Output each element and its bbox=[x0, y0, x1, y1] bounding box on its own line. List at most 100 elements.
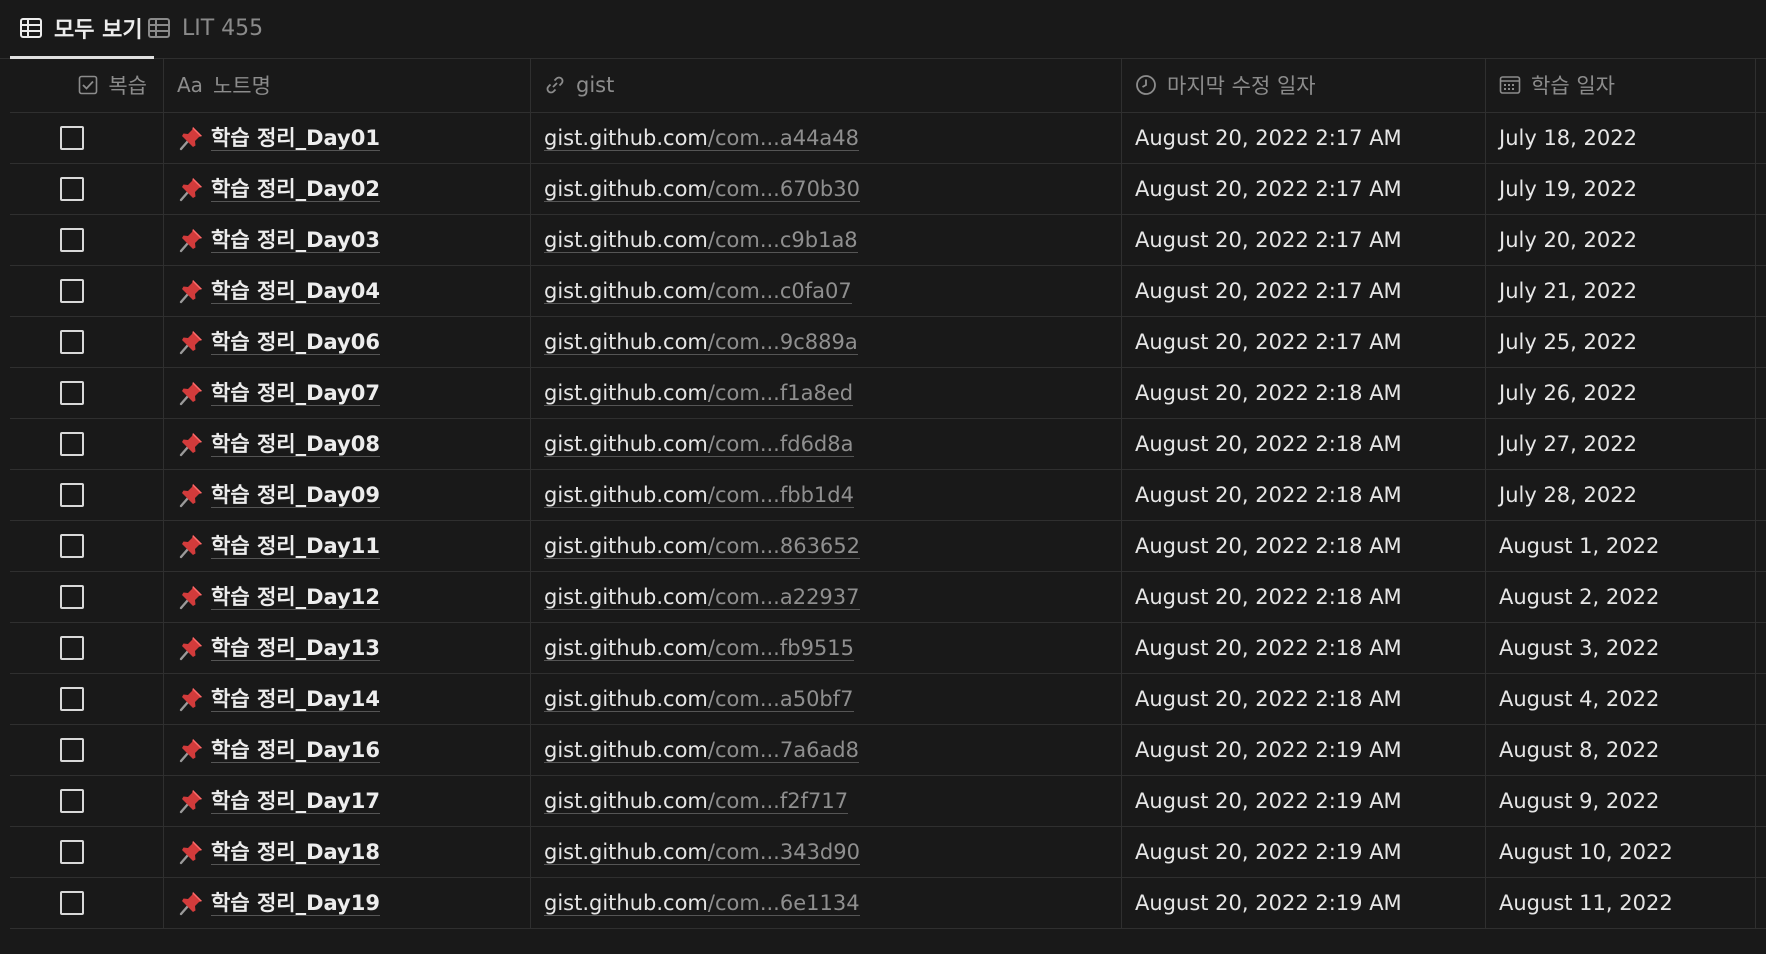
table-row[interactable]: 학습 정리_Day04 gist.github.com/com...c0fa07… bbox=[10, 266, 1766, 317]
note-title[interactable]: 학습 정리_Day18 bbox=[177, 838, 380, 866]
review-checkbox[interactable] bbox=[60, 126, 84, 150]
review-checkbox[interactable] bbox=[60, 585, 84, 609]
review-checkbox[interactable] bbox=[60, 789, 84, 813]
gist-link[interactable]: gist.github.com/com...c0fa07 bbox=[544, 279, 852, 304]
note-name[interactable]: 학습 정리_Day19 bbox=[211, 891, 380, 916]
study-date-cell: August 3, 2022 bbox=[1486, 623, 1756, 673]
modified-cell: August 20, 2022 2:19 AM bbox=[1122, 776, 1486, 826]
gist-link-host: gist.github.com bbox=[544, 329, 708, 354]
review-checkbox[interactable] bbox=[60, 891, 84, 915]
note-title[interactable]: 학습 정리_Day11 bbox=[177, 532, 380, 560]
modified-cell: August 20, 2022 2:19 AM bbox=[1122, 878, 1486, 928]
review-checkbox[interactable] bbox=[60, 636, 84, 660]
note-name[interactable]: 학습 정리_Day13 bbox=[211, 636, 380, 661]
tab-lit-455[interactable]: LIT 455 bbox=[148, 0, 263, 56]
gist-link[interactable]: gist.github.com/com...343d90 bbox=[544, 840, 860, 865]
study-date-cell: August 4, 2022 bbox=[1486, 674, 1756, 724]
note-title[interactable]: 학습 정리_Day01 bbox=[177, 124, 380, 152]
column-header-gist[interactable]: gist bbox=[531, 58, 1122, 112]
note-name[interactable]: 학습 정리_Day06 bbox=[211, 330, 380, 355]
name-cell: 학습 정리_Day11 bbox=[164, 521, 531, 571]
note-title[interactable]: 학습 정리_Day13 bbox=[177, 634, 380, 662]
note-name[interactable]: 학습 정리_Day01 bbox=[211, 126, 380, 151]
review-checkbox[interactable] bbox=[60, 432, 84, 456]
review-checkbox[interactable] bbox=[60, 483, 84, 507]
note-name[interactable]: 학습 정리_Day18 bbox=[211, 840, 380, 865]
gist-link[interactable]: gist.github.com/com...863652 bbox=[544, 534, 861, 559]
note-title[interactable]: 학습 정리_Day04 bbox=[177, 277, 380, 305]
note-title[interactable]: 학습 정리_Day08 bbox=[177, 430, 380, 458]
table-row[interactable]: 학습 정리_Day16 gist.github.com/com...7a6ad8… bbox=[10, 725, 1766, 776]
note-name[interactable]: 학습 정리_Day02 bbox=[211, 177, 380, 202]
note-title[interactable]: 학습 정리_Day16 bbox=[177, 736, 380, 764]
gist-link-host: gist.github.com bbox=[544, 890, 708, 915]
note-name[interactable]: 학습 정리_Day16 bbox=[211, 738, 380, 763]
gist-link[interactable]: gist.github.com/com...7a6ad8 bbox=[544, 738, 859, 763]
table-row[interactable]: 학습 정리_Day09 gist.github.com/com...fbb1d4… bbox=[10, 470, 1766, 521]
note-name[interactable]: 학습 정리_Day04 bbox=[211, 279, 380, 304]
note-name[interactable]: 학습 정리_Day17 bbox=[211, 789, 380, 814]
table-row[interactable]: 학습 정리_Day03 gist.github.com/com...c9b1a8… bbox=[10, 215, 1766, 266]
table-row[interactable]: 학습 정리_Day11 gist.github.com/com...863652… bbox=[10, 521, 1766, 572]
note-name[interactable]: 학습 정리_Day09 bbox=[211, 483, 380, 508]
note-name[interactable]: 학습 정리_Day03 bbox=[211, 228, 380, 253]
table-row[interactable]: 학습 정리_Day07 gist.github.com/com...f1a8ed… bbox=[10, 368, 1766, 419]
gist-link[interactable]: gist.github.com/com...c9b1a8 bbox=[544, 228, 858, 253]
table-row[interactable]: 학습 정리_Day14 gist.github.com/com...a50bf7… bbox=[10, 674, 1766, 725]
review-cell bbox=[10, 878, 164, 928]
column-header-study-date[interactable]: 학습 일자 bbox=[1486, 58, 1756, 112]
table-row[interactable]: 학습 정리_Day13 gist.github.com/com...fb9515… bbox=[10, 623, 1766, 674]
note-name[interactable]: 학습 정리_Day12 bbox=[211, 585, 380, 610]
tab-all-view[interactable]: 모두 보기 bbox=[20, 0, 143, 56]
note-title[interactable]: 학습 정리_Day14 bbox=[177, 685, 380, 713]
column-header-modified[interactable]: 마지막 수정 일자 bbox=[1122, 58, 1486, 112]
review-checkbox[interactable] bbox=[60, 177, 84, 201]
table-row[interactable]: 학습 정리_Day01 gist.github.com/com...a44a48… bbox=[10, 113, 1766, 164]
note-name[interactable]: 학습 정리_Day11 bbox=[211, 534, 380, 559]
table-row[interactable]: 학습 정리_Day02 gist.github.com/com...670b30… bbox=[10, 164, 1766, 215]
review-checkbox[interactable] bbox=[60, 687, 84, 711]
review-checkbox[interactable] bbox=[60, 330, 84, 354]
note-title[interactable]: 학습 정리_Day02 bbox=[177, 175, 380, 203]
column-header-name[interactable]: Aa 노트명 bbox=[164, 58, 531, 112]
note-title[interactable]: 학습 정리_Day06 bbox=[177, 328, 380, 356]
review-checkbox[interactable] bbox=[60, 534, 84, 558]
table-row[interactable]: 학습 정리_Day06 gist.github.com/com...9c889a… bbox=[10, 317, 1766, 368]
column-header-review[interactable]: 복습 bbox=[10, 58, 164, 112]
gist-link[interactable]: gist.github.com/com...f2f717 bbox=[544, 789, 849, 814]
pushpin-icon bbox=[177, 277, 205, 305]
review-checkbox[interactable] bbox=[60, 228, 84, 252]
gist-link[interactable]: gist.github.com/com...670b30 bbox=[544, 177, 860, 202]
gist-link-path: /com...9c889a bbox=[707, 329, 858, 354]
table-row[interactable]: 학습 정리_Day17 gist.github.com/com...f2f717… bbox=[10, 776, 1766, 827]
gist-link[interactable]: gist.github.com/com...fbb1d4 bbox=[544, 483, 854, 508]
review-checkbox[interactable] bbox=[60, 381, 84, 405]
note-title[interactable]: 학습 정리_Day03 bbox=[177, 226, 380, 254]
note-title[interactable]: 학습 정리_Day19 bbox=[177, 889, 380, 917]
note-title[interactable]: 학습 정리_Day12 bbox=[177, 583, 380, 611]
note-title[interactable]: 학습 정리_Day17 bbox=[177, 787, 380, 815]
gist-link[interactable]: gist.github.com/com...fd6d8a bbox=[544, 432, 854, 457]
review-checkbox[interactable] bbox=[60, 279, 84, 303]
gist-link[interactable]: gist.github.com/com...9c889a bbox=[544, 330, 858, 355]
table-row[interactable]: 학습 정리_Day12 gist.github.com/com...a22937… bbox=[10, 572, 1766, 623]
note-title[interactable]: 학습 정리_Day09 bbox=[177, 481, 380, 509]
gist-link[interactable]: gist.github.com/com...a50bf7 bbox=[544, 687, 854, 712]
table-row[interactable]: 학습 정리_Day08 gist.github.com/com...fd6d8a… bbox=[10, 419, 1766, 470]
study-date-cell: July 26, 2022 bbox=[1486, 368, 1756, 418]
table-row[interactable]: 학습 정리_Day18 gist.github.com/com...343d90… bbox=[10, 827, 1766, 878]
gist-link-path: /com...fbb1d4 bbox=[707, 482, 854, 507]
gist-link[interactable]: gist.github.com/com...a44a48 bbox=[544, 126, 860, 151]
review-checkbox[interactable] bbox=[60, 840, 84, 864]
table-row[interactable]: 학습 정리_Day19 gist.github.com/com...6e1134… bbox=[10, 878, 1766, 929]
study-date-cell: July 18, 2022 bbox=[1486, 113, 1756, 163]
note-name[interactable]: 학습 정리_Day14 bbox=[211, 687, 380, 712]
gist-link[interactable]: gist.github.com/com...fb9515 bbox=[544, 636, 855, 661]
gist-link[interactable]: gist.github.com/com...f1a8ed bbox=[544, 381, 854, 406]
gist-link[interactable]: gist.github.com/com...a22937 bbox=[544, 585, 860, 610]
note-title[interactable]: 학습 정리_Day07 bbox=[177, 379, 380, 407]
note-name[interactable]: 학습 정리_Day08 bbox=[211, 432, 380, 457]
note-name[interactable]: 학습 정리_Day07 bbox=[211, 381, 380, 406]
review-checkbox[interactable] bbox=[60, 738, 84, 762]
gist-link[interactable]: gist.github.com/com...6e1134 bbox=[544, 891, 860, 916]
